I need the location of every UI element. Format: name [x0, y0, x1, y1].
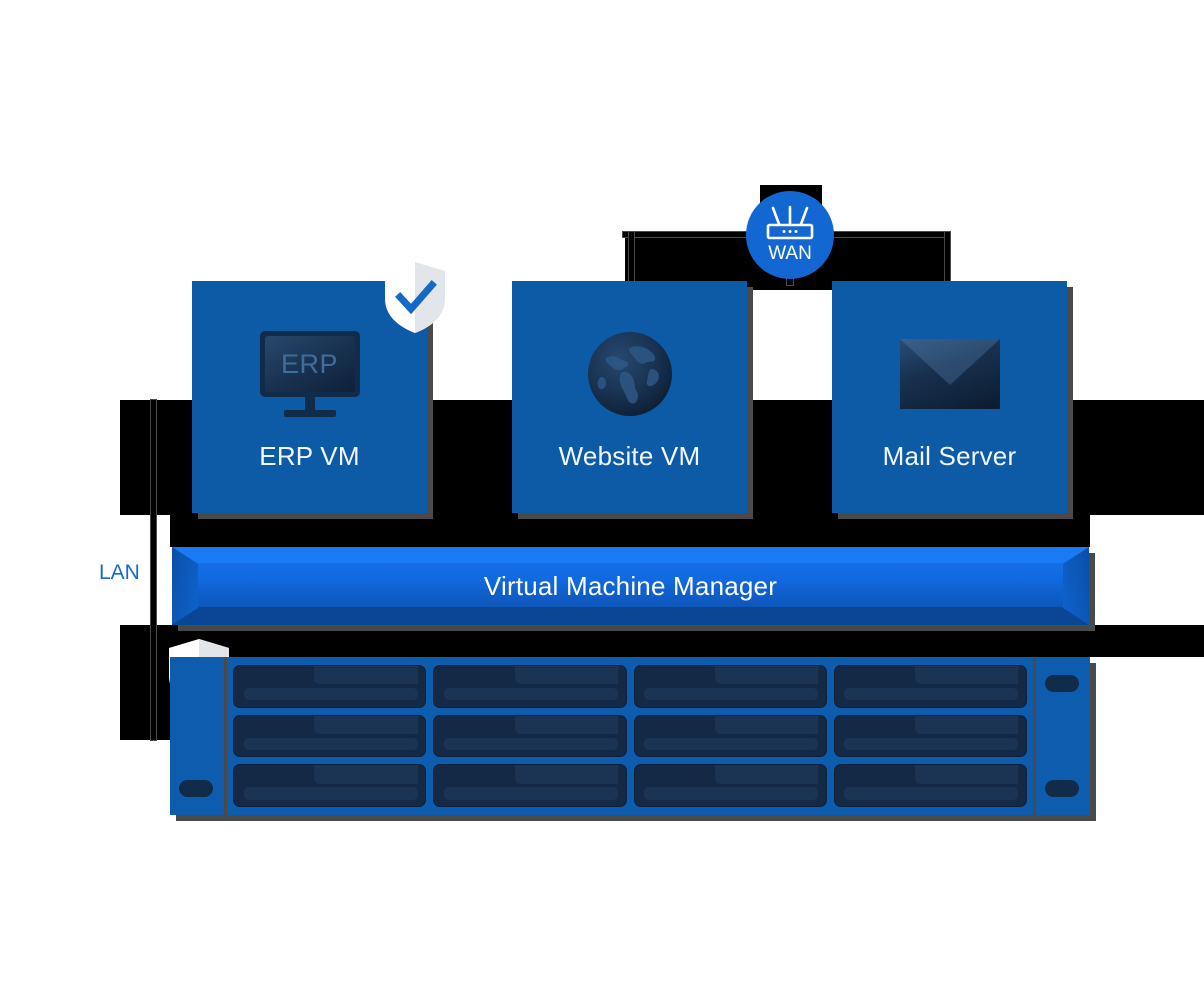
- lan-label: LAN: [92, 557, 147, 589]
- server-rack[interactable]: [170, 657, 1090, 815]
- vm-label-mail: Mail Server: [882, 441, 1017, 471]
- backdrop-region-rack-right: [1090, 625, 1204, 657]
- monitor-icon: ERP: [259, 331, 360, 417]
- rack-ear-left: [170, 657, 227, 815]
- vm-card-mail[interactable]: Mail Server: [832, 281, 1067, 513]
- shield-check-icon-erp: [385, 262, 445, 333]
- vm-icon-container: [587, 329, 673, 419]
- connector-wan-to-mail: [945, 232, 950, 282]
- globe-icon: [587, 332, 672, 416]
- drive-bay[interactable]: [233, 665, 427, 708]
- vm-icon-container: ERP: [259, 329, 360, 419]
- wan-label: WAN: [768, 243, 812, 264]
- vm-card-website[interactable]: Website VM: [512, 281, 747, 513]
- drive-bay[interactable]: [433, 714, 627, 758]
- vm-icon-container: [899, 329, 1000, 419]
- drive-bay[interactable]: [833, 714, 1027, 758]
- virtual-machine-manager-bar[interactable]: Virtual Machine Manager: [172, 547, 1089, 625]
- diagram-canvas: ERP ERP VM Website VM Mail Server WAN LA…: [0, 0, 1204, 982]
- connector-lan-vertical: [151, 400, 156, 740]
- drive-bay[interactable]: [833, 665, 1027, 708]
- wan-node[interactable]: WAN: [746, 191, 834, 279]
- drive-bay-grid: [227, 657, 1033, 815]
- vm-label-erp: ERP VM: [259, 441, 360, 471]
- drive-bay[interactable]: [233, 764, 427, 807]
- rack-mount-pill: [1045, 675, 1079, 692]
- drive-bay[interactable]: [833, 764, 1027, 807]
- backdrop-region-below-vmm: [170, 625, 1204, 657]
- connector-wan-to-website: [629, 232, 634, 282]
- drive-bay[interactable]: [233, 714, 427, 758]
- drive-bay[interactable]: [633, 764, 827, 807]
- envelope-icon: [899, 339, 1000, 409]
- backdrop-region-top-left: [120, 400, 195, 515]
- rack-mount-pill: [179, 780, 213, 797]
- drive-bay[interactable]: [433, 665, 627, 708]
- drive-bay[interactable]: [433, 764, 627, 807]
- vm-label-website: Website VM: [558, 441, 701, 471]
- router-icon: [766, 205, 814, 240]
- drive-bay[interactable]: [633, 714, 827, 758]
- backdrop-region-left-mid: [120, 625, 170, 740]
- rack-mount-pill: [1045, 780, 1079, 797]
- monitor-screen-label: ERP: [280, 348, 339, 379]
- vmm-label: Virtual Machine Manager: [483, 570, 778, 601]
- backdrop-region-center: [170, 515, 1090, 547]
- rack-ear-right: [1033, 657, 1090, 815]
- drive-bay[interactable]: [633, 665, 827, 708]
